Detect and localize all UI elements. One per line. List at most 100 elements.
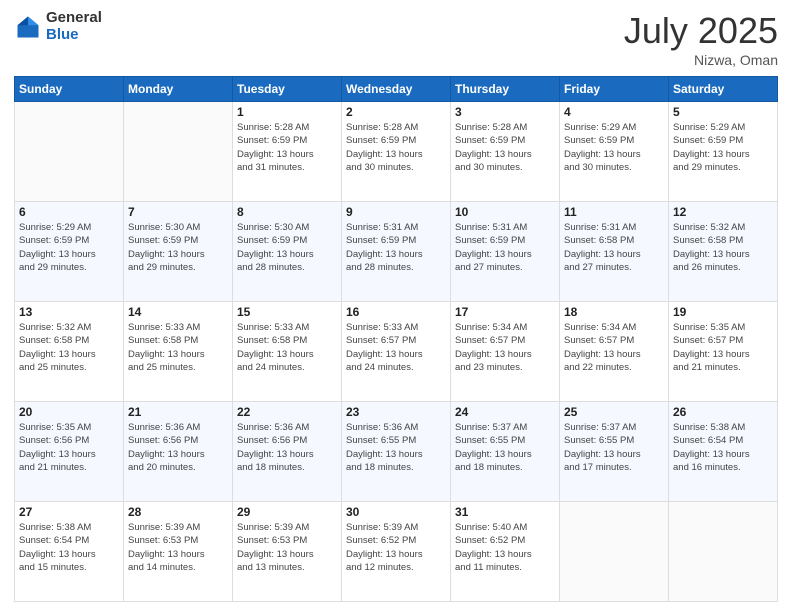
calendar-cell: 17 Sunrise: 5:34 AM Sunset: 6:57 PM Dayli… (451, 302, 560, 402)
day-number: 25 (564, 405, 664, 419)
day-number: 14 (128, 305, 228, 319)
day-number: 8 (237, 205, 337, 219)
day-info: Sunrise: 5:33 AM Sunset: 6:57 PM Dayligh… (346, 321, 446, 374)
day-number: 1 (237, 105, 337, 119)
calendar-cell: 24 Sunrise: 5:37 AM Sunset: 6:55 PM Dayli… (451, 402, 560, 502)
day-number: 9 (346, 205, 446, 219)
day-info: Sunrise: 5:31 AM Sunset: 6:59 PM Dayligh… (346, 221, 446, 274)
day-info: Sunrise: 5:39 AM Sunset: 6:53 PM Dayligh… (237, 521, 337, 574)
calendar-week-row: 13Sunrise: 5:32 AM Sunset: 6:58 PM Dayli… (15, 302, 778, 402)
logo: General Blue (14, 10, 102, 43)
day-info: Sunrise: 5:29 AM Sunset: 6:59 PM Dayligh… (564, 121, 664, 174)
day-info: Sunrise: 5:39 AM Sunset: 6:53 PM Dayligh… (128, 521, 228, 574)
calendar-cell: 21 Sunrise: 5:36 AM Sunset: 6:56 PM Dayli… (124, 402, 233, 502)
calendar-week-row: 1 Sunrise: 5:28 AM Sunset: 6:59 PM Daylig… (15, 102, 778, 202)
day-number: 4 (564, 105, 664, 119)
day-number: 10 (455, 205, 555, 219)
day-number: 26 (673, 405, 773, 419)
calendar-cell: 3Sunrise: 5:28 AM Sunset: 6:59 PM Daylig… (451, 102, 560, 202)
calendar-cell: 11 Sunrise: 5:31 AM Sunset: 6:58 PM Dayli… (560, 202, 669, 302)
day-info: Sunrise: 5:28 AM Sunset: 6:59 PM Dayligh… (455, 121, 555, 174)
day-info: Sunrise: 5:36 AM Sunset: 6:56 PM Dayligh… (237, 421, 337, 474)
calendar-cell: 31 Sunrise: 5:40 AM Sunset: 6:52 PM Dayli… (451, 502, 560, 602)
header: General Blue July 2025 Nizwa, Oman (14, 10, 778, 68)
calendar-cell: 26 Sunrise: 5:38 AM Sunset: 6:54 PM Dayli… (669, 402, 778, 502)
calendar-cell: 10Sunrise: 5:31 AM Sunset: 6:59 PM Dayli… (451, 202, 560, 302)
weekday-header: Friday (560, 77, 669, 102)
logo-blue: Blue (46, 27, 102, 44)
calendar-cell: 27Sunrise: 5:38 AM Sunset: 6:54 PM Dayli… (15, 502, 124, 602)
calendar-week-row: 20 Sunrise: 5:35 AM Sunset: 6:56 PM Dayli… (15, 402, 778, 502)
weekday-header: Monday (124, 77, 233, 102)
calendar-cell (560, 502, 669, 602)
calendar-cell: 29Sunrise: 5:39 AM Sunset: 6:53 PM Dayli… (233, 502, 342, 602)
weekday-header: Tuesday (233, 77, 342, 102)
calendar-cell: 22 Sunrise: 5:36 AM Sunset: 6:56 PM Dayli… (233, 402, 342, 502)
day-info: Sunrise: 5:33 AM Sunset: 6:58 PM Dayligh… (128, 321, 228, 374)
day-number: 2 (346, 105, 446, 119)
day-number: 11 (564, 205, 664, 219)
day-info: Sunrise: 5:35 AM Sunset: 6:56 PM Dayligh… (19, 421, 119, 474)
day-info: Sunrise: 5:32 AM Sunset: 6:58 PM Dayligh… (19, 321, 119, 374)
weekday-header-row: SundayMondayTuesdayWednesdayThursdayFrid… (15, 77, 778, 102)
day-number: 19 (673, 305, 773, 319)
day-info: Sunrise: 5:31 AM Sunset: 6:58 PM Dayligh… (564, 221, 664, 274)
calendar-cell: 8 Sunrise: 5:30 AM Sunset: 6:59 PM Daylig… (233, 202, 342, 302)
day-info: Sunrise: 5:38 AM Sunset: 6:54 PM Dayligh… (19, 521, 119, 574)
calendar-cell: 7Sunrise: 5:30 AM Sunset: 6:59 PM Daylig… (124, 202, 233, 302)
day-info: Sunrise: 5:36 AM Sunset: 6:55 PM Dayligh… (346, 421, 446, 474)
day-info: Sunrise: 5:29 AM Sunset: 6:59 PM Dayligh… (19, 221, 119, 274)
weekday-header: Wednesday (342, 77, 451, 102)
day-number: 24 (455, 405, 555, 419)
day-info: Sunrise: 5:28 AM Sunset: 6:59 PM Dayligh… (346, 121, 446, 174)
day-number: 30 (346, 505, 446, 519)
calendar-week-row: 27Sunrise: 5:38 AM Sunset: 6:54 PM Dayli… (15, 502, 778, 602)
day-info: Sunrise: 5:33 AM Sunset: 6:58 PM Dayligh… (237, 321, 337, 374)
day-number: 22 (237, 405, 337, 419)
calendar-cell: 14 Sunrise: 5:33 AM Sunset: 6:58 PM Dayli… (124, 302, 233, 402)
logo-text: General Blue (46, 10, 102, 43)
weekday-header: Saturday (669, 77, 778, 102)
calendar-cell: 4 Sunrise: 5:29 AM Sunset: 6:59 PM Daylig… (560, 102, 669, 202)
logo-general: General (46, 9, 102, 26)
calendar-cell: 13Sunrise: 5:32 AM Sunset: 6:58 PM Dayli… (15, 302, 124, 402)
day-number: 15 (237, 305, 337, 319)
calendar-cell: 1 Sunrise: 5:28 AM Sunset: 6:59 PM Daylig… (233, 102, 342, 202)
day-info: Sunrise: 5:34 AM Sunset: 6:57 PM Dayligh… (564, 321, 664, 374)
day-info: Sunrise: 5:38 AM Sunset: 6:54 PM Dayligh… (673, 421, 773, 474)
day-number: 31 (455, 505, 555, 519)
day-info: Sunrise: 5:37 AM Sunset: 6:55 PM Dayligh… (455, 421, 555, 474)
calendar-cell (124, 102, 233, 202)
day-info: Sunrise: 5:40 AM Sunset: 6:52 PM Dayligh… (455, 521, 555, 574)
logo-icon (14, 13, 42, 41)
day-info: Sunrise: 5:34 AM Sunset: 6:57 PM Dayligh… (455, 321, 555, 374)
calendar-cell: 30Sunrise: 5:39 AM Sunset: 6:52 PM Dayli… (342, 502, 451, 602)
day-number: 18 (564, 305, 664, 319)
day-number: 17 (455, 305, 555, 319)
calendar-cell: 20 Sunrise: 5:35 AM Sunset: 6:56 PM Dayli… (15, 402, 124, 502)
day-number: 21 (128, 405, 228, 419)
day-info: Sunrise: 5:28 AM Sunset: 6:59 PM Dayligh… (237, 121, 337, 174)
day-info: Sunrise: 5:35 AM Sunset: 6:57 PM Dayligh… (673, 321, 773, 374)
day-info: Sunrise: 5:30 AM Sunset: 6:59 PM Dayligh… (237, 221, 337, 274)
location-subtitle: Nizwa, Oman (624, 52, 778, 68)
month-title: July 2025 (624, 10, 778, 52)
calendar-cell: 5Sunrise: 5:29 AM Sunset: 6:59 PM Daylig… (669, 102, 778, 202)
day-number: 12 (673, 205, 773, 219)
day-number: 20 (19, 405, 119, 419)
weekday-header: Thursday (451, 77, 560, 102)
day-info: Sunrise: 5:30 AM Sunset: 6:59 PM Dayligh… (128, 221, 228, 274)
calendar-cell: 23Sunrise: 5:36 AM Sunset: 6:55 PM Dayli… (342, 402, 451, 502)
calendar-week-row: 6Sunrise: 5:29 AM Sunset: 6:59 PM Daylig… (15, 202, 778, 302)
page: General Blue July 2025 Nizwa, Oman Sunda… (0, 0, 792, 612)
calendar-cell: 18 Sunrise: 5:34 AM Sunset: 6:57 PM Dayli… (560, 302, 669, 402)
day-info: Sunrise: 5:37 AM Sunset: 6:55 PM Dayligh… (564, 421, 664, 474)
calendar-cell: 9 Sunrise: 5:31 AM Sunset: 6:59 PM Daylig… (342, 202, 451, 302)
day-info: Sunrise: 5:36 AM Sunset: 6:56 PM Dayligh… (128, 421, 228, 474)
day-number: 16 (346, 305, 446, 319)
calendar-cell: 19 Sunrise: 5:35 AM Sunset: 6:57 PM Dayli… (669, 302, 778, 402)
weekday-header: Sunday (15, 77, 124, 102)
day-info: Sunrise: 5:32 AM Sunset: 6:58 PM Dayligh… (673, 221, 773, 274)
calendar-cell: 16 Sunrise: 5:33 AM Sunset: 6:57 PM Dayli… (342, 302, 451, 402)
calendar-cell: 12 Sunrise: 5:32 AM Sunset: 6:58 PM Dayli… (669, 202, 778, 302)
